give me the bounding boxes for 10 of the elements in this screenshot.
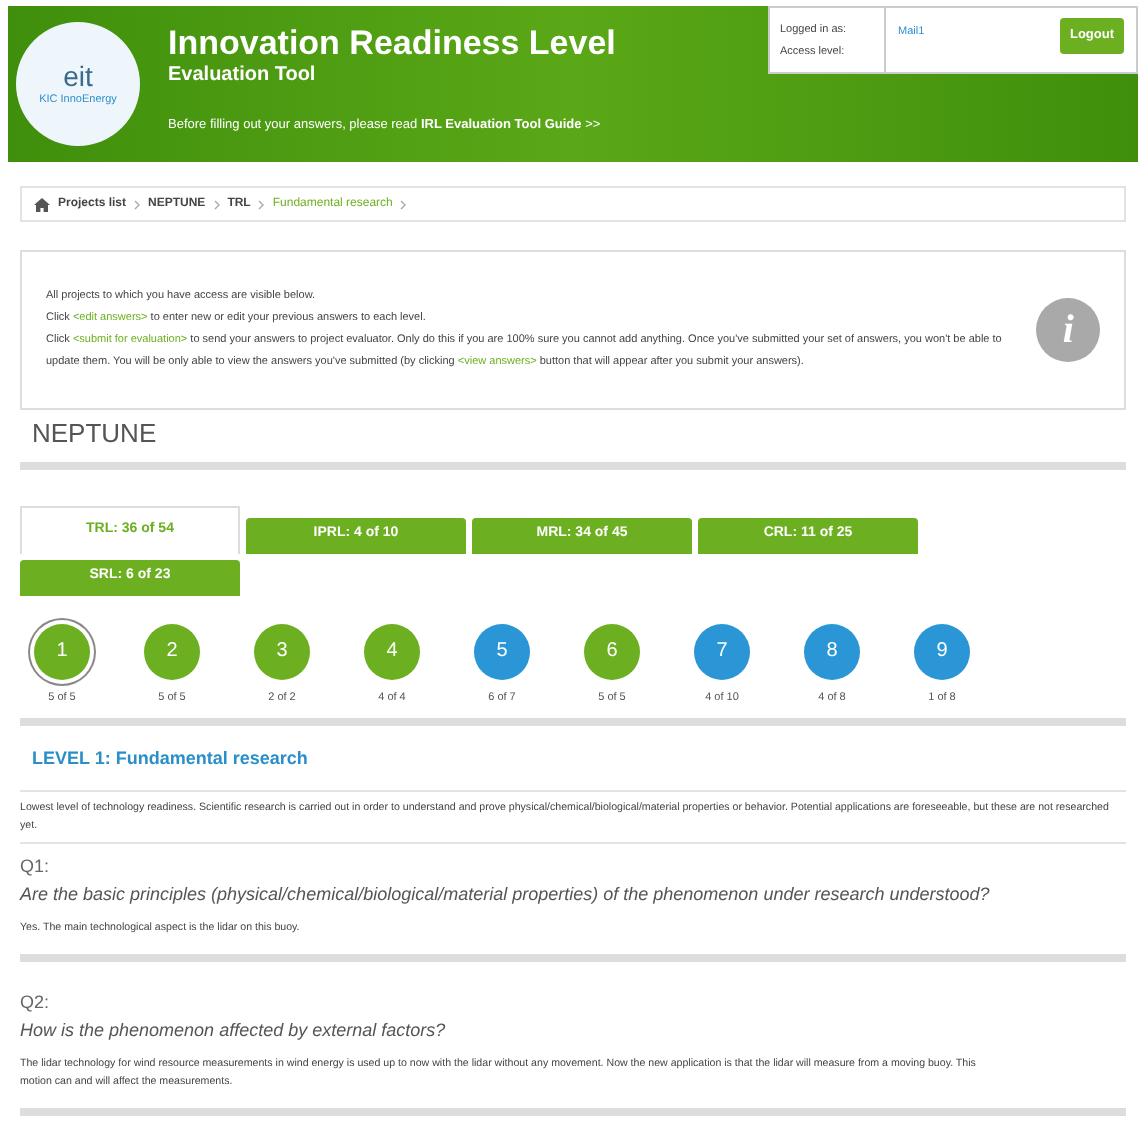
question-number: Q1: xyxy=(20,854,52,881)
question-text: How is the phenomenon affected by external factors? xyxy=(20,1017,448,1044)
project-name: NEPTUNE xyxy=(32,416,159,452)
level-title: LEVEL 1: Fundamental research xyxy=(32,745,310,772)
info-icon: i xyxy=(1036,298,1100,362)
app-title: Innovation Readiness Level xyxy=(168,22,616,65)
question-text: Are the basic principles (physical/chemical/biological/material properties) of the phenomenon under research understood? xyxy=(20,881,992,908)
question-number: Q2: xyxy=(20,990,52,1017)
logo-mark: eit xyxy=(63,61,93,90)
app-subtitle: Evaluation Tool xyxy=(168,64,318,90)
